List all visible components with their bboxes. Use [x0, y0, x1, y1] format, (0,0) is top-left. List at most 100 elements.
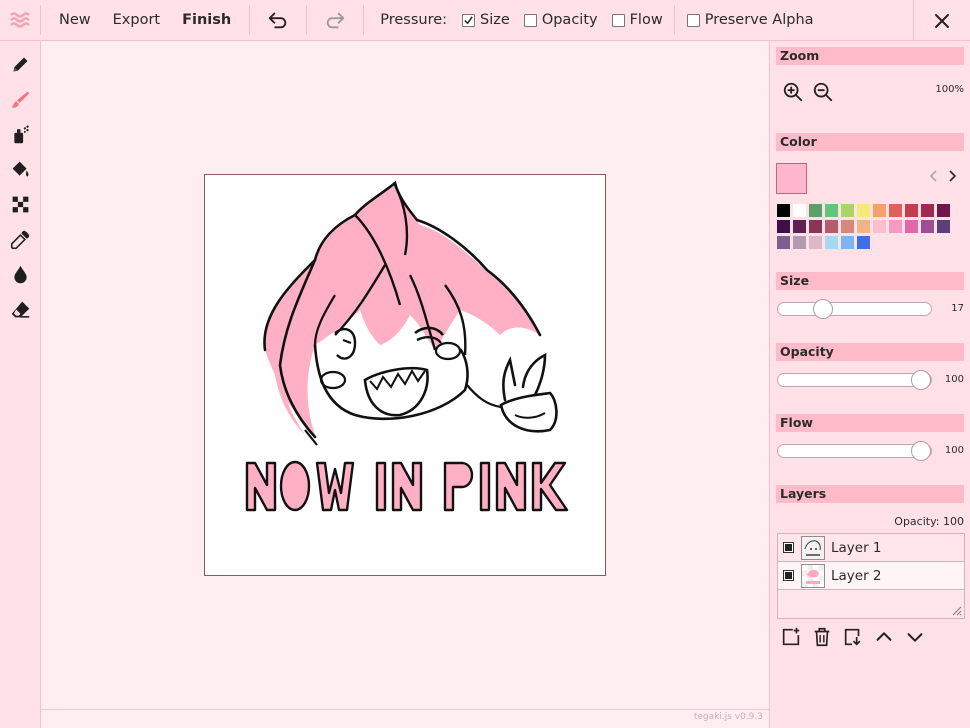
water-drop-icon — [13, 265, 27, 284]
delete-layer-icon[interactable] — [811, 626, 833, 648]
add-layer-icon[interactable] — [780, 626, 802, 648]
color-swatch[interactable] — [904, 219, 919, 234]
tool-eraser[interactable] — [0, 292, 40, 327]
color-swatch[interactable] — [792, 203, 807, 218]
pressure-size-label: Size — [480, 12, 510, 28]
checkbox-box[interactable] — [462, 13, 476, 27]
color-swatch[interactable] — [936, 219, 951, 234]
layer-opacity-value[interactable]: Opacity: 100 — [894, 515, 964, 528]
color-swatch[interactable] — [888, 203, 903, 218]
color-swatch[interactable] — [824, 219, 839, 234]
flow-slider[interactable] — [777, 441, 932, 461]
opacity-slider[interactable] — [777, 370, 932, 390]
pressure-label: Pressure: — [380, 12, 448, 28]
checkbox-box[interactable] — [523, 13, 537, 27]
color-swatch[interactable] — [920, 203, 935, 218]
color-swatch[interactable] — [872, 219, 887, 234]
layer-name: Layer 2 — [831, 567, 882, 584]
zoom-in-icon[interactable] — [782, 81, 804, 103]
canvas-area[interactable]: NOW IN PINK — [41, 41, 769, 709]
toolbar-separator — [673, 5, 675, 35]
chevron-left-icon[interactable] — [928, 169, 939, 183]
current-color-swatch[interactable] — [776, 163, 807, 194]
color-swatch[interactable] — [776, 219, 791, 234]
move-layer-up-icon[interactable] — [873, 626, 895, 648]
move-layer-down-icon[interactable] — [904, 626, 926, 648]
color-swatch[interactable] — [936, 203, 951, 218]
layer-visibility-toggle[interactable] — [783, 570, 794, 581]
size-value: 17 — [951, 303, 964, 314]
resize-grip-icon[interactable] — [950, 604, 962, 616]
flow-slider-handle[interactable] — [911, 441, 931, 461]
pressure-flow-checkbox[interactable]: Flow — [611, 12, 663, 28]
redo-icon — [327, 12, 345, 29]
color-swatch[interactable] — [856, 219, 871, 234]
brush-icon — [11, 91, 29, 108]
pressure-size-checkbox[interactable]: Size — [462, 12, 510, 28]
palette-nav — [928, 169, 958, 183]
eyedropper-icon — [10, 230, 29, 250]
color-swatch[interactable] — [872, 203, 887, 218]
color-swatch[interactable] — [824, 235, 839, 250]
redo-button[interactable] — [307, 0, 363, 41]
color-swatch[interactable] — [888, 219, 903, 234]
finish-button[interactable]: Finish — [171, 0, 249, 41]
color-swatch[interactable] — [792, 235, 807, 250]
color-swatch[interactable] — [776, 203, 791, 218]
tool-brush[interactable] — [0, 82, 40, 117]
canvas-caption: NOW IN PINK — [402, 549, 409, 551]
top-toolbar: New Export Finish Pressure: Size Opacity… — [0, 0, 970, 41]
tool-blur[interactable] — [0, 257, 40, 292]
color-swatch[interactable] — [840, 219, 855, 234]
tool-pencil[interactable] — [0, 47, 40, 82]
tool-bucket[interactable] — [0, 152, 40, 187]
color-swatch[interactable] — [776, 235, 791, 250]
color-swatch[interactable] — [808, 203, 823, 218]
undo-icon — [269, 12, 287, 29]
layer-thumbnail-image — [802, 536, 824, 559]
drawing-canvas[interactable]: NOW IN PINK — [204, 174, 606, 576]
color-swatch[interactable] — [840, 235, 855, 250]
pencil-icon — [13, 57, 27, 72]
color-swatch[interactable] — [856, 203, 871, 218]
tool-eyedropper[interactable] — [0, 222, 40, 257]
layer-thumbnail — [801, 535, 825, 560]
flow-section-title: Flow — [776, 414, 964, 432]
export-button[interactable]: Export — [102, 0, 171, 41]
color-swatch[interactable] — [808, 235, 823, 250]
color-section-title: Color — [776, 133, 964, 151]
color-swatch[interactable] — [840, 203, 855, 218]
layers-section-title: Layers — [776, 485, 964, 503]
tool-tone[interactable] — [0, 187, 40, 222]
color-swatch[interactable] — [856, 235, 871, 250]
checkbox-box[interactable] — [611, 13, 625, 27]
checkbox-box[interactable] — [686, 13, 700, 27]
zoom-section-title: Zoom — [776, 47, 964, 65]
opacity-slider-handle[interactable] — [911, 370, 931, 390]
zoom-out-icon[interactable] — [812, 81, 834, 103]
tool-airbrush[interactable] — [0, 117, 40, 152]
close-button[interactable] — [913, 0, 970, 41]
new-button[interactable]: New — [41, 0, 102, 41]
color-swatch[interactable] — [824, 203, 839, 218]
merge-layer-down-icon[interactable] — [842, 626, 864, 648]
artwork-drawing[interactable]: NOW IN PINK — [205, 175, 605, 575]
zoom-value: 100% — [935, 84, 964, 95]
layer-visibility-toggle[interactable] — [783, 542, 794, 553]
color-swatch[interactable] — [792, 219, 807, 234]
pressure-opacity-label: Opacity — [541, 12, 598, 28]
color-swatch[interactable] — [808, 219, 823, 234]
layer-list: Layer 1 Layer 2 — [777, 533, 965, 619]
pressure-flow-label: Flow — [629, 12, 663, 28]
color-swatch[interactable] — [904, 203, 919, 218]
layer-thumbnail-image — [802, 564, 824, 587]
color-swatch[interactable] — [920, 219, 935, 234]
chevron-right-icon[interactable] — [947, 169, 958, 183]
size-slider-handle[interactable] — [812, 299, 833, 319]
size-slider[interactable] — [777, 299, 932, 319]
preserve-alpha-checkbox[interactable]: Preserve Alpha — [686, 12, 814, 28]
undo-button[interactable] — [250, 0, 306, 41]
layer-item[interactable]: Layer 2 — [778, 562, 964, 590]
pressure-opacity-checkbox[interactable]: Opacity — [523, 12, 598, 28]
layer-item[interactable]: Layer 1 — [778, 534, 964, 562]
